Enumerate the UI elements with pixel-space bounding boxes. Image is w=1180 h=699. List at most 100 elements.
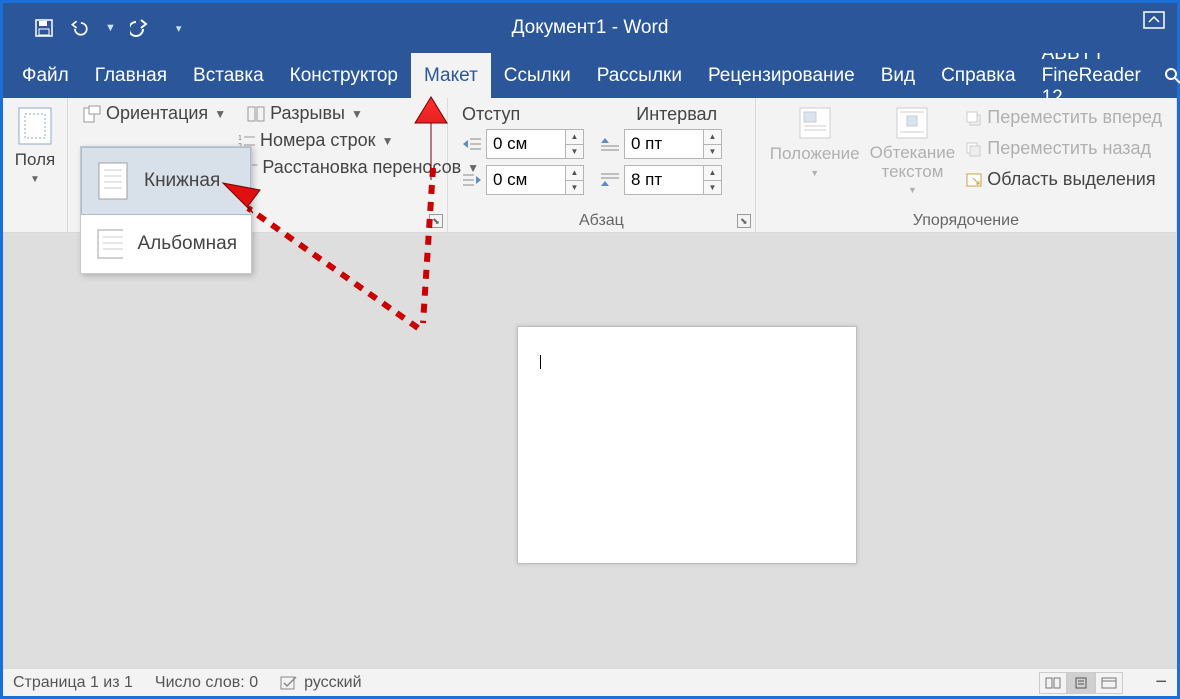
quick-access-toolbar: ▼ ▾ (3, 17, 181, 39)
spacing-header: Интервал (636, 104, 717, 125)
chevron-down-icon: ▼ (30, 174, 40, 185)
paragraph-group-label: Абзац (458, 212, 745, 230)
bring-forward-label: Переместить вперед (987, 107, 1162, 128)
text-cursor (540, 355, 541, 369)
spinner-controls[interactable]: ▲▼ (566, 129, 584, 159)
tab-file[interactable]: Файл (9, 53, 82, 98)
tab-mailings[interactable]: Рассылки (584, 53, 695, 98)
orientation-button[interactable]: Ориентация ▼ Разрывы ▼ (78, 100, 437, 127)
line-numbers-label: Номера строк (260, 130, 376, 151)
space-after-icon (596, 168, 624, 192)
view-web-layout[interactable] (1095, 672, 1123, 694)
bring-forward-icon (965, 110, 983, 126)
space-before-icon (596, 132, 624, 156)
status-proofing[interactable]: русский (280, 674, 361, 692)
chevron-down-icon: ▼ (214, 107, 226, 121)
breaks-label: Разрывы (270, 103, 345, 124)
landscape-icon (95, 227, 123, 261)
margins-button[interactable]: Поля ▼ (13, 102, 57, 189)
undo-dropdown-icon[interactable]: ▼ (105, 22, 116, 34)
tab-abbyy[interactable]: ABBYY FineReader 12 (1029, 53, 1154, 98)
space-before-input[interactable] (624, 129, 704, 159)
orientation-dropdown: Книжная Альбомная (80, 146, 252, 274)
indent-header: Отступ (462, 104, 520, 125)
selection-pane-icon (965, 172, 983, 188)
tab-references[interactable]: Ссылки (491, 53, 584, 98)
group-margins: Поля ▼ (3, 98, 68, 232)
position-button: Положение ▼ (766, 102, 864, 199)
tab-home[interactable]: Главная (82, 53, 180, 98)
hyphenation-label: Расстановка переносов (262, 157, 461, 178)
tab-help[interactable]: Справка (928, 53, 1029, 98)
space-after-input[interactable] (624, 165, 704, 195)
arrange-group-label: Упорядочение (766, 212, 1166, 230)
spinner-controls[interactable]: ▲▼ (704, 129, 722, 159)
view-read-mode[interactable] (1039, 672, 1067, 694)
document-area[interactable] (3, 236, 1177, 668)
margins-icon (17, 106, 53, 146)
group-paragraph: Отступ Интервал ▲▼ ▲▼ (448, 98, 756, 232)
position-label: Положение (770, 144, 860, 164)
orientation-landscape-item[interactable]: Альбомная (81, 215, 251, 273)
view-buttons (1039, 672, 1123, 694)
space-after-spinner[interactable]: ▲▼ (596, 165, 722, 195)
status-language: русский (304, 674, 361, 692)
selection-pane-button[interactable]: Область выделения (961, 166, 1166, 193)
portrait-label: Книжная (144, 170, 220, 192)
indent-right-input[interactable] (486, 165, 566, 195)
zoom-out-button[interactable]: − (1155, 671, 1167, 694)
send-backward-icon (965, 141, 983, 157)
ribbon-options-icon[interactable] (1143, 11, 1165, 29)
wrap-text-button: Обтекание текстом ▼ (866, 102, 960, 199)
landscape-label: Альбомная (137, 233, 237, 255)
wrap-label: Обтекание текстом (870, 144, 956, 181)
orientation-icon (82, 104, 102, 124)
breaks-icon (246, 105, 266, 123)
title-bar: ▼ ▾ Документ1 - Word (3, 3, 1177, 53)
tab-view[interactable]: Вид (868, 53, 928, 98)
redo-icon[interactable] (130, 17, 152, 39)
selection-pane-label: Область выделения (987, 169, 1155, 190)
chevron-down-icon: ▼ (382, 134, 394, 148)
document-page[interactable] (517, 326, 857, 564)
svg-text:1: 1 (238, 135, 242, 142)
space-before-spinner[interactable]: ▲▼ (596, 129, 722, 159)
bring-forward-button: Переместить вперед (961, 104, 1166, 131)
indent-left-icon (458, 132, 486, 156)
tab-review[interactable]: Рецензирование (695, 53, 868, 98)
proofing-icon (280, 675, 298, 691)
indent-right-spinner[interactable]: ▲▼ (458, 165, 584, 195)
wrap-text-icon (895, 106, 929, 140)
window-title: Документ1 - Word (512, 17, 669, 39)
page-setup-launcher[interactable]: ⬊ (429, 214, 443, 228)
chevron-down-icon: ▼ (351, 107, 363, 121)
window-controls (1143, 11, 1165, 29)
tab-design[interactable]: Конструктор (277, 53, 411, 98)
undo-icon[interactable] (69, 17, 91, 39)
view-print-layout[interactable] (1067, 672, 1095, 694)
paragraph-launcher[interactable]: ⬊ (737, 214, 751, 228)
search-icon (1164, 67, 1180, 85)
tab-insert[interactable]: Вставка (180, 53, 277, 98)
margins-label: Поля (15, 150, 55, 170)
group-arrange: Положение ▼ Обтекание текстом ▼ Перемест… (756, 98, 1177, 232)
save-icon[interactable] (33, 17, 55, 39)
qat-customize-icon[interactable]: ▾ (176, 22, 182, 35)
send-backward-button: Переместить назад (961, 135, 1166, 162)
status-page[interactable]: Страница 1 из 1 (13, 674, 133, 692)
indent-left-spinner[interactable]: ▲▼ (458, 129, 584, 159)
portrait-icon (96, 160, 130, 202)
status-word-count[interactable]: Число слов: 0 (155, 674, 258, 692)
status-bar: Страница 1 из 1 Число слов: 0 русский − (3, 668, 1177, 696)
send-backward-label: Переместить назад (987, 138, 1151, 159)
tab-layout[interactable]: Макет (411, 53, 491, 98)
tell-me-search[interactable]: Пом (1154, 53, 1180, 98)
indent-left-input[interactable] (486, 129, 566, 159)
spinner-controls[interactable]: ▲▼ (704, 165, 722, 195)
position-icon (798, 106, 832, 140)
orientation-portrait-item[interactable]: Книжная (81, 147, 251, 215)
spinner-controls[interactable]: ▲▼ (566, 165, 584, 195)
orientation-label: Ориентация (106, 103, 208, 124)
indent-right-icon (458, 168, 486, 192)
ribbon-tabs: Файл Главная Вставка Конструктор Макет С… (3, 53, 1177, 98)
